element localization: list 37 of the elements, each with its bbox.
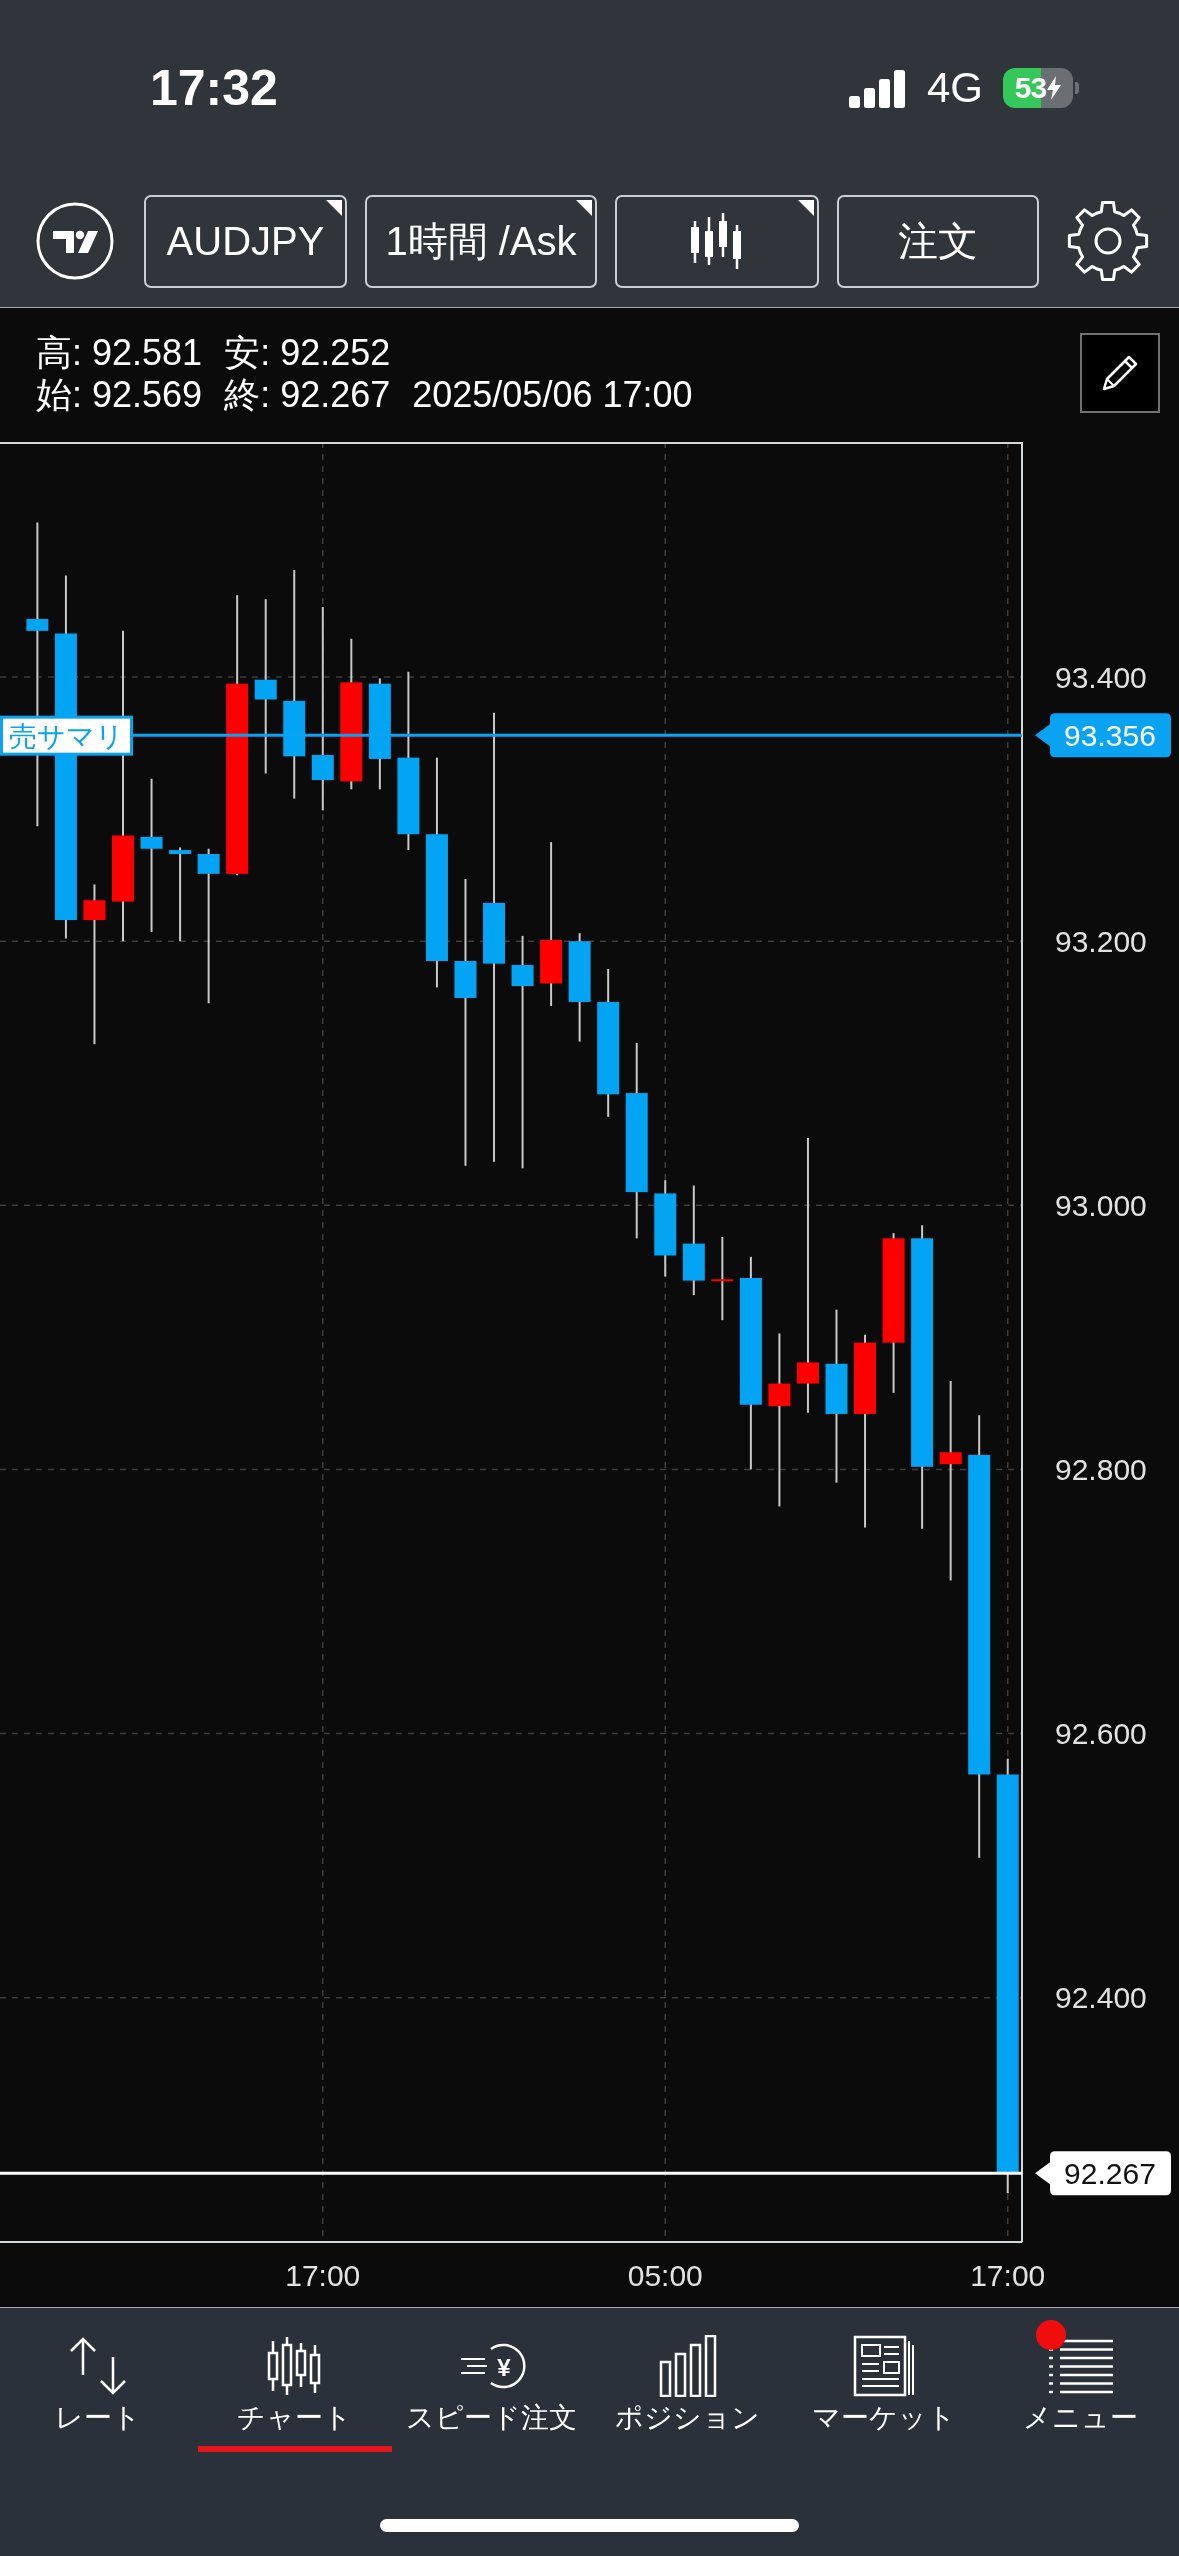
chart-info-text: 終: 92.267 (224, 374, 391, 416)
settings-icon[interactable] (1067, 200, 1149, 282)
nav-tab[interactable]: メニュー (983, 2320, 1178, 2452)
battery-percentage: 53 (1014, 72, 1047, 103)
price-axis-label: 93.200 (1055, 924, 1147, 958)
time-axis-label: 17:00 (970, 2258, 1046, 2292)
time-axis-label: 05:00 (627, 2258, 703, 2292)
nav-tab[interactable]: チャート (197, 2320, 392, 2452)
signal-icon (848, 67, 907, 108)
last-price-tag: 92.267 (1035, 2151, 1171, 2196)
drawing-tool-button[interactable] (1080, 333, 1160, 413)
network-type: 4G (926, 66, 983, 109)
position-label: 売サマリ (0, 715, 133, 756)
nav-tab[interactable]: マーケット (787, 2320, 982, 2452)
timeframe-button[interactable]: 1時間 /Ask (365, 194, 597, 288)
price-axis-label: 93.400 (1055, 660, 1147, 694)
chart-info-text: 高: 92.581 (36, 332, 203, 374)
price-axis-label: 92.800 (1055, 1452, 1147, 1486)
newspaper-icon (853, 2335, 916, 2397)
price-axis-label: 92.400 (1055, 1981, 1147, 2015)
chart-info-text: 2025/05/06 17:00 (412, 374, 693, 416)
price-axis-label: 92.600 (1055, 1717, 1147, 1751)
position-price-tag: 93.356 (1035, 713, 1171, 758)
nav-tab[interactable]: レート (1, 2320, 196, 2452)
chart-info-text: 始: 92.569 (36, 374, 203, 416)
symbol-button[interactable]: AUDJPY (144, 194, 347, 288)
nav-tab[interactable]: ポジション (590, 2320, 785, 2452)
time-axis-label: 17:00 (285, 2258, 361, 2292)
logo-icon[interactable] (36, 202, 114, 280)
bar-chart-icon (658, 2335, 717, 2397)
chart-type-button[interactable] (615, 194, 819, 288)
order-button[interactable]: 注文 (837, 194, 1039, 288)
nav-tab[interactable]: ¥ スピード注文 (394, 2320, 589, 2452)
price-axis-label: 93.000 (1055, 1188, 1147, 1222)
status-time: 17:32 (150, 62, 278, 113)
chart-info-text: 安: 92.252 (224, 332, 391, 374)
ref-line-label: 売サマリ (8, 720, 124, 752)
